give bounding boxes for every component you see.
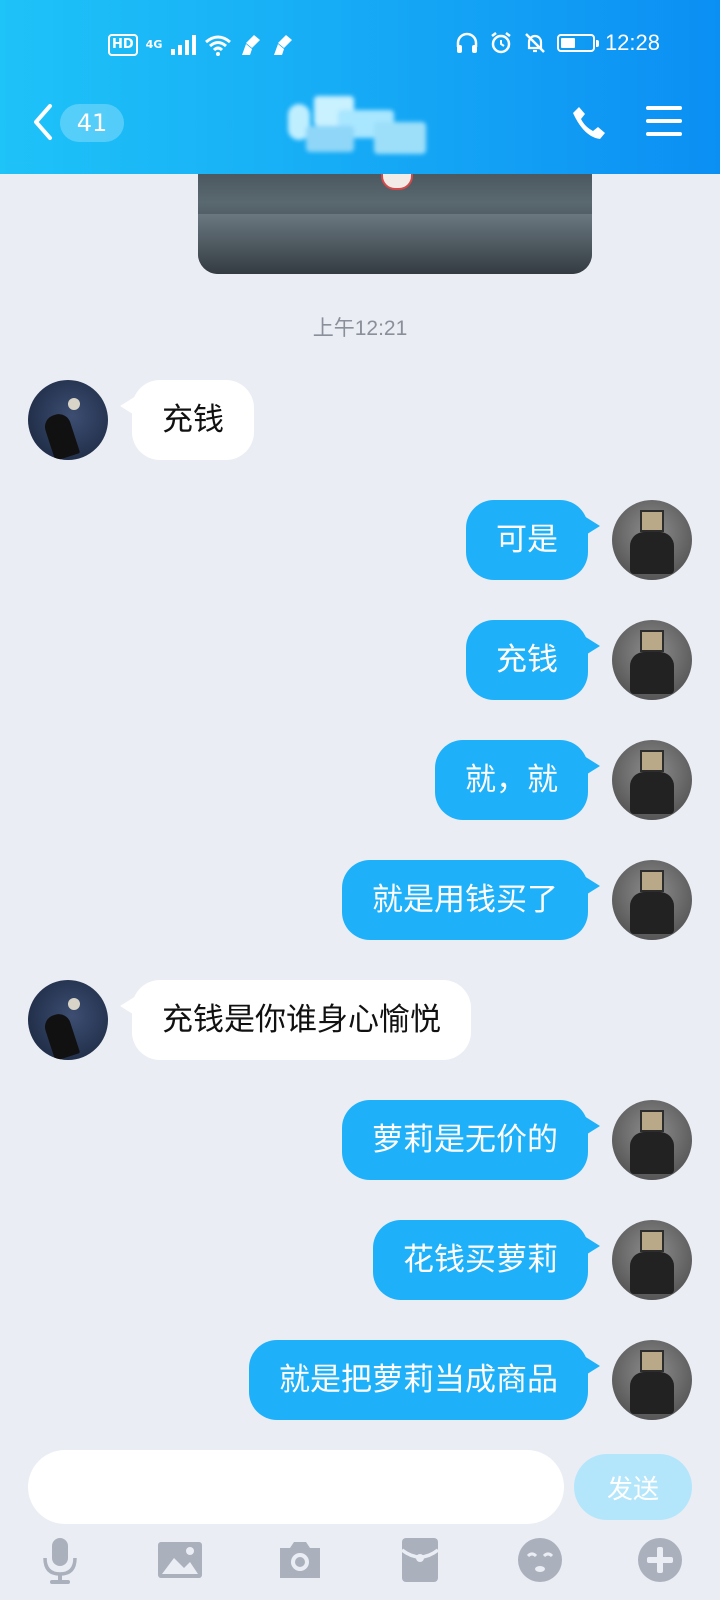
- emoji-icon[interactable]: [516, 1536, 564, 1584]
- message-list[interactable]: 上午12:21 充钱 可是 充钱 就，就 就是用钱买了 充钱是你谁身心愉悦 萝莉是无价的 花钱…: [0, 174, 720, 1432]
- avatar-box-head: [640, 630, 664, 652]
- back-icon[interactable]: [28, 100, 62, 144]
- my-avatar[interactable]: [612, 860, 692, 940]
- avatar-box-head: [640, 1350, 664, 1372]
- message-bubble[interactable]: 就，就: [435, 740, 600, 820]
- message-row: 萝莉是无价的: [0, 1098, 720, 1182]
- message-input[interactable]: [28, 1450, 564, 1524]
- mute-bell-icon: [525, 33, 545, 53]
- avatar-figure: [630, 652, 674, 694]
- message-row: 就是用钱买了: [0, 858, 720, 942]
- my-avatar[interactable]: [612, 1220, 692, 1300]
- clock: 12:28: [604, 30, 660, 55]
- input-toolbar: [0, 1536, 720, 1600]
- avatar-figure: [41, 1011, 81, 1060]
- menu-icon[interactable]: [646, 104, 682, 138]
- avatar-figure: [630, 1372, 674, 1414]
- headphones-icon: [456, 32, 478, 53]
- battery-icon: [556, 34, 599, 52]
- avatar-figure: [630, 892, 674, 934]
- microphone-icon[interactable]: [36, 1536, 84, 1584]
- avatar-figure: [41, 411, 81, 460]
- message-bubble[interactable]: 可是: [466, 500, 600, 580]
- message-bubble[interactable]: 萝莉是无价的: [342, 1100, 600, 1180]
- avatar-figure: [630, 1132, 674, 1174]
- chat-header: HD 4G 12:28 41: [0, 0, 720, 174]
- message-bubble[interactable]: 充钱: [466, 620, 600, 700]
- avatar-box-head: [640, 870, 664, 892]
- avatar-moon: [68, 398, 80, 410]
- message-bubble[interactable]: 就是把萝莉当成商品: [249, 1340, 600, 1420]
- signal-icon: [171, 35, 197, 55]
- avatar-box-head: [640, 1110, 664, 1132]
- hd-badge: HD: [108, 34, 138, 56]
- my-avatar[interactable]: [612, 740, 692, 820]
- message-bubble[interactable]: 花钱买萝莉: [373, 1220, 600, 1300]
- battery-level: [560, 38, 575, 48]
- avatar-box-head: [640, 510, 664, 532]
- avatar-figure: [630, 772, 674, 814]
- my-avatar[interactable]: [612, 500, 692, 580]
- image-floor: [198, 214, 592, 274]
- message-bubble[interactable]: 充钱: [120, 380, 254, 460]
- message-row: 充钱: [0, 618, 720, 702]
- my-avatar[interactable]: [612, 620, 692, 700]
- contact-name-redacted: [288, 96, 438, 158]
- avatar-box-head: [640, 1230, 664, 1252]
- status-left: HD 4G: [108, 34, 296, 56]
- avatar-figure: [630, 532, 674, 574]
- network-type: 4G: [145, 38, 163, 51]
- phone-icon[interactable]: [570, 104, 608, 142]
- avatar-figure: [630, 1252, 674, 1294]
- status-bar: HD 4G 12:28: [0, 0, 720, 92]
- message-row: 充钱是你谁身心愉悦: [0, 978, 720, 1062]
- contact-avatar[interactable]: [28, 980, 108, 1060]
- wifi-icon: [205, 35, 232, 56]
- previous-image-message[interactable]: [198, 174, 592, 274]
- camera-icon[interactable]: [276, 1536, 324, 1584]
- my-avatar[interactable]: [612, 1340, 692, 1420]
- message-row: 就是把萝莉当成商品: [0, 1338, 720, 1422]
- message-row: 可是: [0, 498, 720, 582]
- image-figure: [381, 174, 413, 190]
- my-avatar[interactable]: [612, 1100, 692, 1180]
- message-row: 花钱买萝莉: [0, 1218, 720, 1302]
- alarm-icon: [491, 32, 511, 54]
- cleaner-icon: [274, 35, 293, 55]
- send-button[interactable]: 发送: [574, 1454, 692, 1520]
- message-bubble[interactable]: 充钱是你谁身心愉悦: [120, 980, 471, 1060]
- image-icon[interactable]: [156, 1536, 204, 1584]
- status-right: 12:28: [455, 30, 660, 56]
- input-area: 发送: [0, 1432, 720, 1600]
- plus-icon[interactable]: [636, 1536, 684, 1584]
- message-timestamp: 上午12:21: [312, 317, 408, 340]
- cleaner-icon: [242, 35, 261, 55]
- avatar-box-head: [640, 750, 664, 772]
- red-packet-icon[interactable]: [396, 1536, 444, 1584]
- unread-count-badge[interactable]: 41: [60, 104, 124, 142]
- avatar-moon: [68, 998, 80, 1010]
- message-bubble[interactable]: 就是用钱买了: [342, 860, 600, 940]
- contact-avatar[interactable]: [28, 380, 108, 460]
- message-row: 就，就: [0, 738, 720, 822]
- message-row: 充钱: [0, 378, 720, 462]
